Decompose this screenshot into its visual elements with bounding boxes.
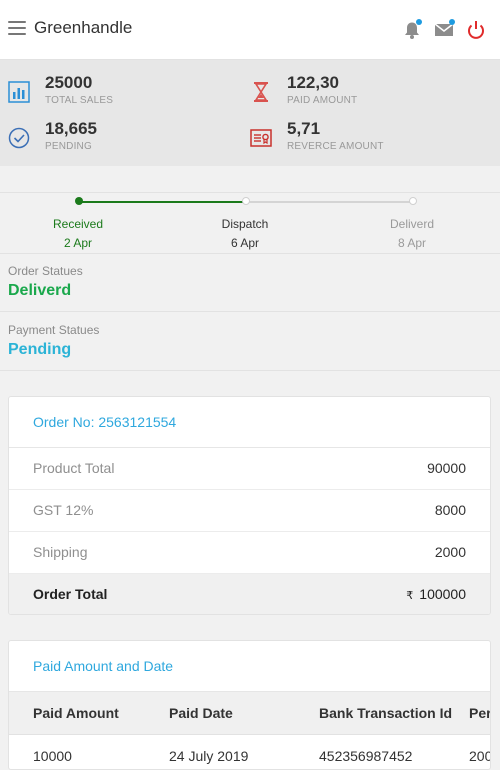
col-paid-date: Paid Date (169, 705, 233, 721)
row-label: Product Total (33, 460, 115, 476)
stat-reverse-amount: 5,71 REVERCE AMOUNT (250, 119, 470, 159)
check-circle-icon (8, 127, 30, 149)
order-summary-card: Order No: 2563121554 Product Total 90000… (8, 396, 491, 615)
payment-status-section: Payment Statues Pending (0, 312, 500, 371)
step-date: 8 Apr (397, 236, 427, 250)
order-status-value: Deliverd (8, 282, 72, 299)
stat-label: PAID AMOUNT (287, 95, 358, 106)
tracker-dot-dispatch (242, 197, 250, 205)
bar-chart-icon (8, 81, 30, 103)
step-dispatch: Dispatch 6 Apr (185, 217, 305, 250)
order-status-section: Order Statues Deliverd (0, 253, 500, 312)
stats-panel: 25000 TOTAL SALES 122,30 PAID AMOUNT 18,… (0, 60, 500, 166)
stat-value: 122,30 (287, 73, 339, 92)
app-title: Greenhandle (34, 18, 133, 37)
order-tracker: Received 2 Apr Dispatch 6 Apr Deliverd 8… (0, 192, 500, 254)
col-bank-transaction-id: Bank Transaction Id (319, 705, 453, 721)
row-value: 8000 (434, 502, 466, 518)
table-row: 10000 24 July 2019 452356987452 200 (9, 735, 491, 769)
stat-label: PENDING (45, 141, 92, 152)
order-total-value: 100000 (419, 586, 466, 602)
tracker-dot-received (75, 197, 83, 205)
row-label: Shipping (33, 544, 88, 560)
stat-total-sales: 25000 TOTAL SALES (8, 73, 228, 113)
paid-amount-title: Paid Amount and Date (9, 641, 490, 692)
col-per: Per (469, 705, 491, 721)
cell-paid-date: 24 July 2019 (169, 748, 249, 764)
power-icon[interactable] (464, 17, 488, 41)
menu-icon[interactable] (8, 21, 26, 35)
order-total-label: Order Total (33, 586, 108, 602)
row-value: 2000 (434, 544, 466, 560)
paid-table-header: Paid Amount Paid Date Bank Transaction I… (9, 692, 490, 735)
payment-status-label: Payment Statues (8, 323, 100, 337)
cell-bank-transaction-id: 452356987452 (319, 748, 413, 764)
stat-pending: 18,665 PENDING (8, 119, 228, 159)
step-label: Received (52, 217, 104, 231)
stat-value: 25000 (45, 73, 93, 92)
row-value: 90000 (427, 460, 466, 476)
order-total-amount: ₹100000 (406, 574, 466, 614)
order-number-title[interactable]: Order No: 2563121554 (9, 397, 490, 448)
stat-label: REVERCE AMOUNT (287, 141, 384, 152)
payment-status-value: Pending (8, 341, 72, 358)
order-row-product-total: Product Total 90000 (9, 448, 490, 490)
step-received: Received 2 Apr (18, 217, 138, 250)
cell-per: 200 (469, 748, 491, 764)
mail-icon[interactable] (432, 17, 456, 41)
hourglass-icon (250, 81, 272, 103)
paid-amount-card: Paid Amount and Date Paid Amount Paid Da… (8, 640, 491, 770)
order-row-total: Order Total ₹100000 (9, 574, 490, 614)
step-label: Deliverd (389, 217, 434, 231)
col-paid-amount: Paid Amount (33, 705, 119, 721)
top-bar: Greenhandle (0, 0, 500, 60)
bell-icon[interactable] (400, 17, 424, 41)
stat-label: TOTAL SALES (45, 95, 114, 106)
step-date: 6 Apr (230, 236, 260, 250)
order-row-shipping: Shipping 2000 (9, 532, 490, 574)
order-status-label: Order Statues (8, 264, 83, 278)
step-date: 2 Apr (63, 236, 93, 250)
rupee-icon: ₹ (406, 590, 414, 602)
certificate-icon (250, 127, 272, 149)
mail-dot (449, 19, 455, 25)
tracker-dot-delivered (409, 197, 417, 205)
stat-paid-amount: 122,30 PAID AMOUNT (250, 73, 470, 113)
tracker-line-done (79, 201, 246, 203)
step-label: Dispatch (221, 217, 269, 231)
stat-value: 18,665 (45, 119, 97, 138)
notification-dot (416, 19, 422, 25)
stat-value: 5,71 (287, 119, 321, 138)
order-row-gst: GST 12% 8000 (9, 490, 490, 532)
step-delivered: Deliverd 8 Apr (352, 217, 472, 250)
tracker-line-pending (246, 201, 413, 203)
cell-paid-amount: 10000 (33, 748, 72, 764)
row-label: GST 12% (33, 502, 94, 518)
